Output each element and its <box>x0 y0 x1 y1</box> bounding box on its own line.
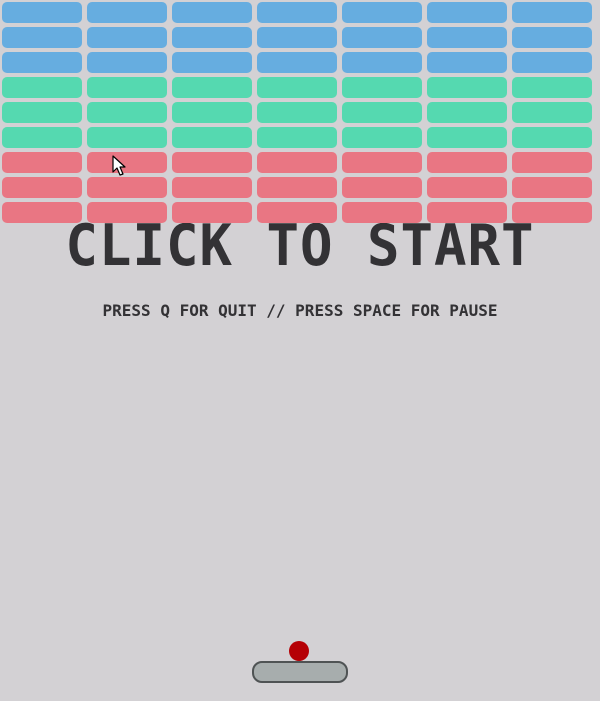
brick <box>87 177 167 198</box>
brick <box>2 27 82 48</box>
brick <box>2 102 82 123</box>
brick <box>512 127 592 148</box>
brick <box>512 52 592 73</box>
brick <box>257 27 337 48</box>
brick <box>172 177 252 198</box>
brick <box>2 52 82 73</box>
brick <box>342 177 422 198</box>
brick <box>172 102 252 123</box>
brick <box>257 177 337 198</box>
brick <box>2 77 82 98</box>
brick <box>342 2 422 23</box>
paddle[interactable] <box>252 661 348 683</box>
brick <box>172 202 252 223</box>
brick <box>87 102 167 123</box>
brick <box>87 77 167 98</box>
brick <box>172 27 252 48</box>
brick <box>512 2 592 23</box>
brick <box>427 152 507 173</box>
brick <box>257 102 337 123</box>
brick <box>342 102 422 123</box>
brick <box>2 2 82 23</box>
brick-wall <box>0 0 600 230</box>
mouse-cursor-icon <box>112 155 126 176</box>
brick <box>172 77 252 98</box>
brick <box>427 2 507 23</box>
brick <box>427 177 507 198</box>
brick <box>427 27 507 48</box>
brick <box>172 2 252 23</box>
brick <box>87 52 167 73</box>
brick <box>427 52 507 73</box>
brick <box>342 52 422 73</box>
brick <box>342 152 422 173</box>
brick <box>512 77 592 98</box>
brick <box>512 152 592 173</box>
brick <box>2 152 82 173</box>
brick <box>2 127 82 148</box>
brick <box>2 202 82 223</box>
brick <box>87 202 167 223</box>
game-canvas[interactable]: CLICK TO START PRESS Q FOR QUIT // PRESS… <box>0 0 600 701</box>
brick <box>87 2 167 23</box>
brick <box>512 202 592 223</box>
brick <box>257 152 337 173</box>
brick <box>257 52 337 73</box>
brick <box>172 127 252 148</box>
brick <box>87 27 167 48</box>
controls-instructions: PRESS Q FOR QUIT // PRESS SPACE FOR PAUS… <box>102 301 498 320</box>
brick <box>512 102 592 123</box>
brick <box>427 127 507 148</box>
brick <box>87 127 167 148</box>
brick <box>512 177 592 198</box>
ball <box>289 641 309 661</box>
brick <box>427 102 507 123</box>
brick <box>257 2 337 23</box>
brick <box>2 177 82 198</box>
brick <box>172 152 252 173</box>
brick <box>172 52 252 73</box>
brick <box>342 77 422 98</box>
brick <box>342 127 422 148</box>
brick <box>342 27 422 48</box>
brick <box>512 27 592 48</box>
brick <box>257 127 337 148</box>
brick <box>257 77 337 98</box>
brick <box>257 202 337 223</box>
brick <box>427 202 507 223</box>
brick <box>342 202 422 223</box>
brick <box>427 77 507 98</box>
